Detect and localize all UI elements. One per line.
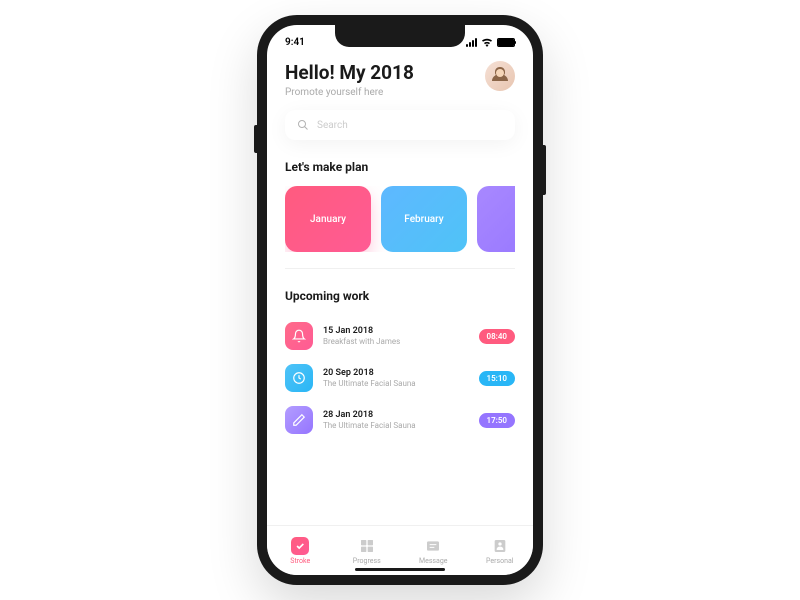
tab-label: Stroke (290, 557, 310, 565)
item-desc: The Ultimate Facial Sauna (323, 379, 469, 388)
tab-stroke[interactable]: Stroke (267, 526, 334, 575)
bell-icon (285, 322, 313, 350)
item-date: 15 Jan 2018 (323, 326, 469, 336)
search-box[interactable] (285, 110, 515, 140)
search-input[interactable] (317, 120, 503, 131)
notch (335, 25, 465, 47)
item-date: 20 Sep 2018 (323, 368, 469, 378)
divider (285, 268, 515, 269)
header: Hello! My 2018 Promote yourself here (285, 61, 515, 98)
signal-icon (466, 38, 477, 47)
page-subtitle: Promote yourself here (285, 87, 414, 98)
avatar[interactable] (485, 61, 515, 91)
tab-label: Progress (353, 557, 381, 565)
month-cards[interactable]: January February M (285, 186, 515, 252)
list-item[interactable]: 15 Jan 2018 Breakfast with James 08:40 (285, 315, 515, 357)
page-title: Hello! My 2018 (285, 61, 414, 84)
wifi-icon (481, 38, 493, 47)
month-card-january[interactable]: January (285, 186, 371, 252)
upcoming-list: 15 Jan 2018 Breakfast with James 08:40 2… (285, 315, 515, 441)
item-desc: Breakfast with James (323, 337, 469, 346)
item-desc: The Ultimate Facial Sauna (323, 421, 469, 430)
tab-label: Personal (486, 557, 513, 565)
search-icon (297, 119, 309, 131)
main-content: Hello! My 2018 Promote yourself here Let… (267, 53, 533, 525)
month-card-march[interactable]: M (477, 186, 515, 252)
item-date: 28 Jan 2018 (323, 410, 469, 420)
person-icon (491, 537, 509, 555)
status-time: 9:41 (285, 37, 305, 48)
status-icons (466, 38, 515, 47)
checkmark-icon (291, 537, 309, 555)
battery-icon (497, 38, 515, 47)
message-icon (424, 537, 442, 555)
list-item[interactable]: 28 Jan 2018 The Ultimate Facial Sauna 17… (285, 399, 515, 441)
clock-icon (285, 364, 313, 392)
grid-icon (358, 537, 376, 555)
phone-frame: 9:41 Hello! My 2018 Promote yourself her… (257, 15, 543, 585)
time-badge: 08:40 (479, 329, 515, 344)
tab-label: Message (419, 557, 448, 565)
pencil-icon (285, 406, 313, 434)
tab-personal[interactable]: Personal (467, 526, 534, 575)
plan-title: Let's make plan (285, 160, 515, 174)
time-badge: 17:50 (479, 413, 515, 428)
home-indicator[interactable] (355, 568, 445, 571)
list-item[interactable]: 20 Sep 2018 The Ultimate Facial Sauna 15… (285, 357, 515, 399)
time-badge: 15:10 (479, 371, 515, 386)
month-card-february[interactable]: February (381, 186, 467, 252)
upcoming-title: Upcoming work (285, 289, 515, 303)
screen: 9:41 Hello! My 2018 Promote yourself her… (267, 25, 533, 575)
